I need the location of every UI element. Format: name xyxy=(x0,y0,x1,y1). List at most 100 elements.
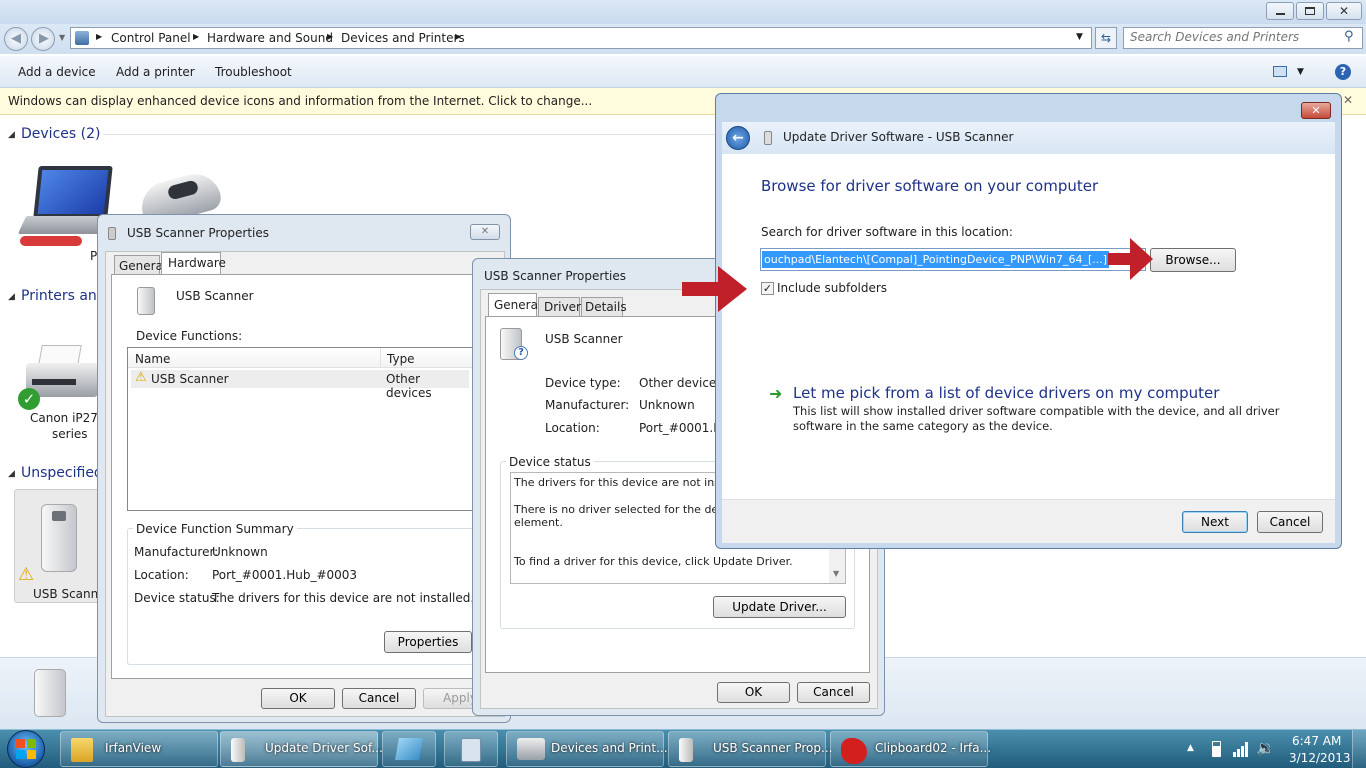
forward-arrow-icon: ▶ xyxy=(39,31,49,46)
row-name: USB Scanner xyxy=(151,372,229,386)
unknown-device-icon: ? xyxy=(514,346,528,360)
dialog-title: USB Scanner Properties xyxy=(127,226,270,240)
search-input[interactable] xyxy=(1130,30,1330,44)
summary-location-key: Location: xyxy=(134,568,189,582)
cancel-button[interactable]: Cancel xyxy=(1257,511,1323,533)
battery-icon[interactable] xyxy=(1212,741,1221,757)
include-subfolders-label[interactable]: Include subfolders xyxy=(777,281,887,295)
section-printers[interactable]: Printers and xyxy=(21,288,106,304)
info-bar-close-icon[interactable]: ✕ xyxy=(1343,93,1353,107)
ok-button[interactable]: OK xyxy=(261,688,335,709)
tab-hardware[interactable]: Hardware xyxy=(161,252,226,276)
clock-date[interactable]: 3/12/2013 xyxy=(1289,751,1351,765)
section-devices[interactable]: Devices (2) xyxy=(21,126,100,142)
pick-driver-link[interactable]: Let me pick from a list of device driver… xyxy=(793,384,1219,402)
device-status-label: Device status xyxy=(506,455,594,469)
back-arrow-icon: ◀ xyxy=(11,31,21,46)
back-button[interactable]: ◀ xyxy=(4,27,28,51)
close-button[interactable]: ✕ xyxy=(1301,102,1331,119)
back-button[interactable]: ← xyxy=(726,126,750,150)
address-dropdown-icon[interactable]: ▼ xyxy=(1076,32,1083,42)
close-button[interactable]: ✕ xyxy=(470,224,500,240)
minimize-button[interactable] xyxy=(1266,2,1294,20)
address-bar[interactable]: ▶ Control Panel ▶ Hardware and Sound ▶ D… xyxy=(70,27,1092,49)
path-input[interactable]: ouchpad\Elantech\[Compal]_PointingDevice… xyxy=(762,251,1110,268)
taskbar-pinned-app[interactable] xyxy=(382,731,436,767)
list-header: Name Type xyxy=(128,348,472,368)
pick-driver-description-1: This list will show installed driver sof… xyxy=(793,404,1280,418)
add-device-button[interactable]: Add a device xyxy=(18,65,96,79)
device-type-value: Other devices xyxy=(639,376,723,390)
section-collapse-icon[interactable]: ◢ xyxy=(8,130,15,140)
troubleshoot-button[interactable]: Troubleshoot xyxy=(215,65,292,79)
section-collapse-icon[interactable]: ◢ xyxy=(8,469,15,479)
devices-printers-icon xyxy=(517,738,545,760)
usb-scanner-properties-dialog-1: USB Scanner Properties ✕ General Hardwar… xyxy=(97,214,537,723)
network-icon[interactable] xyxy=(1232,741,1250,757)
folder-icon xyxy=(71,738,93,762)
breadcrumb-control-panel[interactable]: Control Panel xyxy=(111,31,191,45)
help-icon[interactable]: ? xyxy=(1335,64,1351,80)
maximize-button[interactable] xyxy=(1296,2,1324,20)
calculator-icon xyxy=(461,738,481,762)
taskbar-calculator[interactable] xyxy=(444,731,498,767)
section-collapse-icon[interactable]: ◢ xyxy=(8,292,15,302)
tab-general[interactable]: General xyxy=(488,293,541,317)
include-subfolders-checkbox[interactable]: ✓ xyxy=(761,282,774,295)
show-hidden-icons[interactable]: ▲ xyxy=(1187,743,1194,753)
column-type[interactable]: Type xyxy=(387,352,415,366)
column-name[interactable]: Name xyxy=(135,352,170,366)
summary-location-value: Port_#0001.Hub_#0003 xyxy=(212,568,358,582)
recent-pages-icon[interactable]: ▼ xyxy=(59,33,65,42)
tab-driver[interactable]: Driver xyxy=(538,297,581,317)
start-button[interactable] xyxy=(7,730,45,768)
scanner-title-icon xyxy=(764,131,772,145)
device-functions-list[interactable]: Name Type ⚠ USB Scanner Other devices xyxy=(127,347,473,511)
tab-general[interactable]: General xyxy=(114,255,166,275)
control-panel-icon xyxy=(75,31,89,45)
next-button[interactable]: Next xyxy=(1182,511,1248,533)
show-desktop-button[interactable] xyxy=(1352,730,1366,768)
section-unspecified[interactable]: Unspecified xyxy=(21,465,103,481)
device-type-key: Device type: xyxy=(545,376,621,390)
path-combobox[interactable]: ouchpad\Elantech\[Compal]_PointingDevice… xyxy=(760,248,1146,271)
taskbar-clipboard02[interactable]: Clipboard02 - Irfa... xyxy=(830,731,991,767)
taskbar-usb-scanner-properties[interactable]: USB Scanner Prop... xyxy=(668,731,832,767)
properties-button[interactable]: Properties xyxy=(384,631,472,653)
browse-button[interactable]: Browse... xyxy=(1150,248,1236,272)
scanner-label: USB Scanne xyxy=(33,587,106,601)
cancel-button[interactable]: Cancel xyxy=(342,688,416,709)
update-driver-button[interactable]: Update Driver... xyxy=(713,596,846,618)
view-dropdown-icon[interactable]: ▼ xyxy=(1297,67,1304,77)
tab-details[interactable]: Details xyxy=(581,297,627,317)
dialog-title: USB Scanner Properties xyxy=(484,269,627,283)
green-arrow-icon: ➜ xyxy=(769,384,783,403)
close-button[interactable]: ✕ xyxy=(1326,2,1362,20)
view-options-icon[interactable] xyxy=(1273,66,1287,77)
location-key: Location: xyxy=(545,421,600,435)
add-printer-button[interactable]: Add a printer xyxy=(116,65,195,79)
taskbar-devices-and-printers[interactable]: Devices and Print... xyxy=(506,731,668,767)
taskbar-irfanview[interactable]: IrfanView xyxy=(60,731,218,767)
ok-button[interactable]: OK xyxy=(717,682,790,703)
chevron-right-icon: ▶ xyxy=(96,32,103,41)
search-box[interactable]: ⚲ xyxy=(1123,27,1363,49)
taskbar-update-driver[interactable]: Update Driver Sof... xyxy=(220,731,383,767)
column-divider xyxy=(380,348,381,368)
list-row[interactable]: ⚠ USB Scanner Other devices xyxy=(131,370,469,400)
dialog-title-icon xyxy=(108,227,116,240)
breadcrumb-devices-and-printers[interactable]: Devices and Printers xyxy=(341,31,465,45)
annotation-arrow-path xyxy=(1108,238,1153,280)
refresh-button[interactable]: ⇆ xyxy=(1095,27,1117,49)
forward-button[interactable]: ▶ xyxy=(31,27,55,51)
device-name: USB Scanner xyxy=(545,332,623,346)
cancel-button[interactable]: Cancel xyxy=(797,682,870,703)
search-icon[interactable]: ⚲ xyxy=(1344,29,1354,44)
warning-device-icon: ⚠ xyxy=(135,370,147,385)
scroll-down-icon[interactable]: ▼ xyxy=(833,569,839,578)
breadcrumb-hardware-and-sound[interactable]: Hardware and Sound xyxy=(207,31,333,45)
volume-icon[interactable]: 🔉 xyxy=(1256,739,1275,757)
update-driver-wizard: ✕ ← Update Driver Software - USB Scanner… xyxy=(715,93,1342,549)
clock-time[interactable]: 6:47 AM xyxy=(1292,734,1341,748)
scanner-device-tile[interactable]: ⚠ USB Scanne xyxy=(14,489,106,603)
